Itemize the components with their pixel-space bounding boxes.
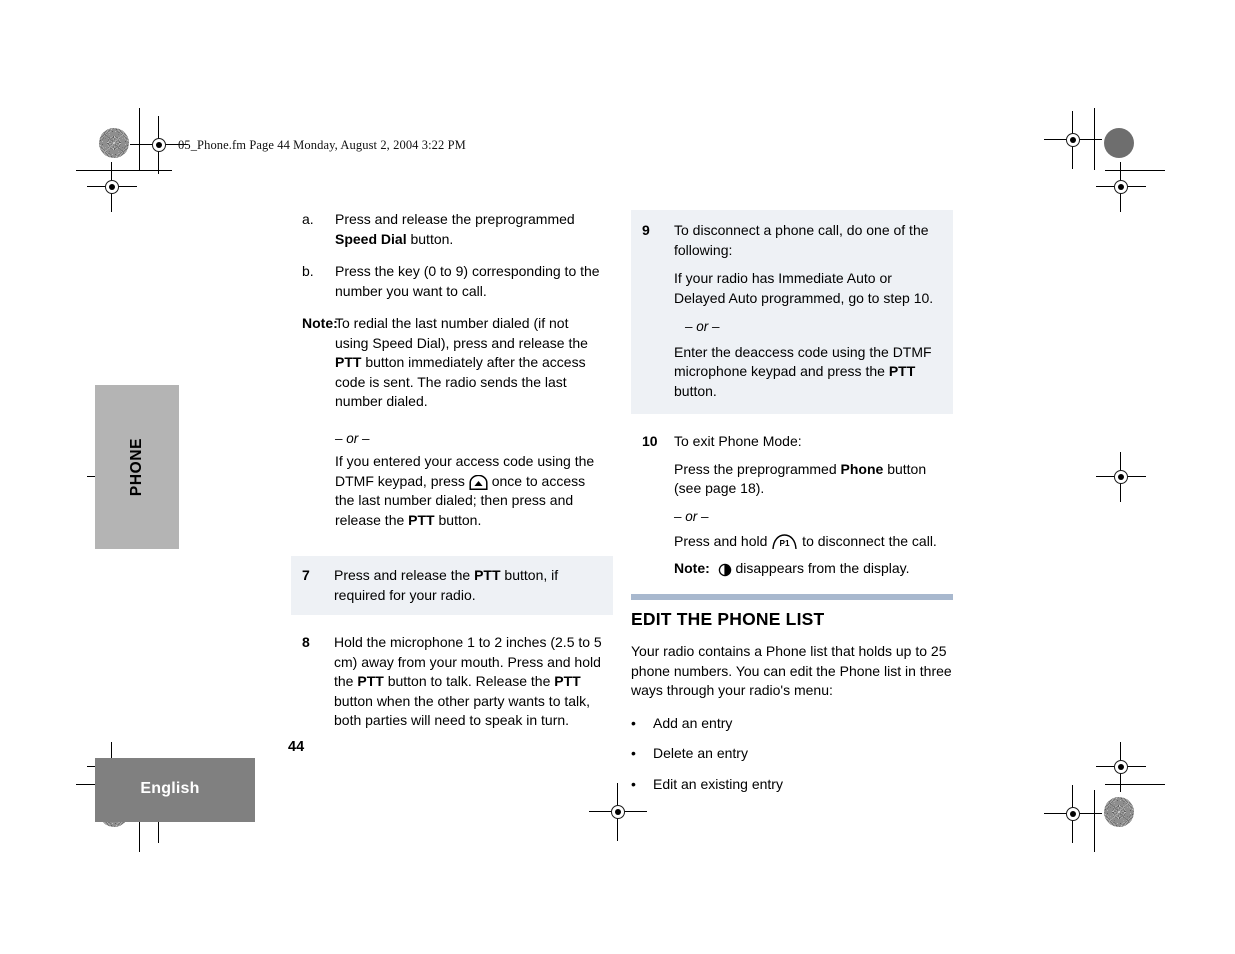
step-9: 9 To disconnect a phone call, do one of … (631, 210, 953, 414)
step-8: 8 Hold the microphone 1 to 2 inches (2.5… (291, 623, 613, 741)
substep-a-bold: Speed Dial (335, 230, 407, 247)
trim-line-left-upper (76, 170, 172, 171)
trim-line-right-bottom-vertical (1094, 790, 1095, 852)
step-9-line-2: If your radio has Immediate Auto or Dela… (674, 270, 934, 306)
note-1-alternative: If you entered your access code using th… (335, 452, 602, 530)
note-1-text-1: To redial the last number dialed (if not… (335, 315, 588, 351)
section-edit-the-phone-list: EDIT THE PHONE LIST Your radio contains … (631, 594, 953, 815)
step-10-note-text: disappears from the display. (731, 559, 910, 576)
list-item: • Add an entry (631, 714, 953, 734)
substep-a-text-before: Press and release the preprogrammed (335, 211, 575, 227)
trim-line-left-vertical (139, 108, 140, 170)
list-item: • Edit an existing entry (631, 775, 953, 795)
right-column: 9 To disconnect a phone call, do one of … (631, 210, 953, 815)
halftone-dot-top-left (99, 128, 129, 158)
step-7-number: 7 (302, 567, 310, 583)
step-8-number: 8 (302, 634, 310, 650)
step-10-body: To exit Phone Mode: Press the preprogram… (674, 432, 942, 578)
substep-b-text: Press the key (0 to 9) corresponding to … (335, 263, 600, 299)
svg-text:P1: P1 (780, 539, 790, 548)
substep-a-text-after: button. (406, 230, 454, 247)
note-1-alt-bold-1: PTT (408, 511, 435, 528)
step-10-number: 10 (642, 433, 658, 449)
step-10-line-1: To exit Phone Mode: (674, 433, 802, 449)
step-8-text-2: button to talk. Release the (383, 673, 555, 689)
list-item: • Delete an entry (631, 744, 953, 764)
bullet-marker: • (631, 745, 636, 761)
registration-mark-right-middle (1096, 452, 1146, 502)
note-1-bold-1: PTT (335, 354, 362, 370)
page-number: 44 (288, 739, 305, 755)
language-tab: English (95, 758, 255, 822)
section-paragraph: Your radio contains a Phone list that ho… (631, 643, 952, 698)
bullet-marker: • (631, 775, 636, 792)
section-rule (631, 594, 953, 600)
p1-button-icon: P1 (771, 533, 798, 550)
step-10-note: Note: disappears from the display. (674, 559, 942, 579)
note-block-1: Note: To redial the last number dialed (… (302, 314, 602, 412)
dtmf-up-button-icon (469, 474, 488, 490)
substep-a-marker: a. (302, 211, 314, 227)
substep-a-text: Press and release the preprogrammed Spee… (335, 210, 602, 249)
step-7-text: Press and release the PTT button, if req… (334, 566, 602, 605)
step-9-number: 9 (642, 222, 650, 238)
step-10-note-marker: Note: (674, 559, 710, 576)
substep-a: a. Press and release the preprogrammed S… (291, 210, 613, 540)
step-10-line-2-bold: Phone (840, 460, 884, 477)
halftone-dot-bottom-right (1104, 797, 1134, 827)
step-8-bold-1: PTT (357, 673, 384, 689)
bullet-text: Edit an existing entry (653, 775, 783, 792)
bullet-text: Add an entry (653, 714, 733, 731)
step-10-or: – or – (674, 508, 709, 524)
left-column: a. Press and release the preprogrammed S… (291, 210, 613, 741)
step-10-line-2-a: Press the preprogrammed (674, 460, 841, 477)
or-separator-left: – or – (335, 430, 370, 446)
trim-line-right-vertical (1094, 108, 1095, 170)
step-9-body: To disconnect a phone call, do one of th… (674, 221, 942, 401)
step-9-line-1: To disconnect a phone call, do one of th… (674, 222, 929, 258)
substep-b: b. Press the key (0 to 9) corresponding … (302, 262, 602, 301)
phone-in-use-indicator-icon (718, 563, 732, 577)
trim-line-right-lower (1105, 784, 1165, 785)
step-8-bold-2: PTT (554, 673, 581, 689)
registration-mark-bottom-right (1044, 785, 1102, 843)
step-7-text-1: Press and release the (334, 567, 475, 583)
registration-mark-top-right (1044, 111, 1102, 169)
side-tab-phone: PHONE (95, 385, 179, 549)
note-1-text-2: button immediately after the access code… (335, 354, 586, 409)
step-9-line-3-b: button. (674, 382, 717, 399)
step-10: 10 To exit Phone Mode: Press the preprog… (631, 421, 953, 588)
halftone-dot-top-right (1104, 128, 1134, 158)
note-1-marker: Note: (302, 315, 338, 331)
running-header: 05_Phone.fm Page 44 Monday, August 2, 20… (178, 138, 466, 152)
note-1-alt-text-3: button. (434, 511, 482, 528)
step-8-text-3: button when the other party wants to tal… (334, 692, 591, 729)
section-bullet-list: • Add an entry • Delete an entry • Edit … (631, 714, 953, 795)
step-10-line-2: Press the preprogrammed Phone button (se… (674, 460, 942, 499)
registration-mark-top-left (130, 116, 188, 174)
registration-mark-left-upper (87, 162, 137, 212)
step-10-line-3: Press and hold P1 to disconnect the call… (674, 532, 942, 552)
step-10-note-gap (710, 560, 718, 576)
step-10-line-3-a: Press and hold (674, 533, 772, 549)
step-7: 7 Press and release the PTT button, if r… (291, 556, 613, 615)
trim-line-right-upper (1105, 170, 1165, 171)
registration-mark-right-upper (1096, 162, 1146, 212)
section-title: EDIT THE PHONE LIST (631, 609, 825, 629)
step-9-line-3-bold: PTT (888, 363, 916, 379)
note-1-text: To redial the last number dialed (if not… (335, 314, 602, 412)
substep-b-marker: b. (302, 263, 314, 279)
step-9-line-3: Enter the deaccess code using the DTMF m… (674, 343, 942, 402)
step-7-bold-1: PTT (474, 567, 501, 583)
step-9-or: – or – (685, 319, 720, 334)
side-tab-label: PHONE (128, 437, 145, 497)
registration-mark-right-lower (1096, 742, 1146, 792)
bullet-marker: • (631, 714, 636, 731)
step-10-line-3-b: to disconnect the call. (798, 533, 937, 549)
bullet-text: Delete an entry (653, 745, 748, 761)
page-canvas: 05_Phone.fm Page 44 Monday, August 2, 20… (0, 0, 1235, 954)
registration-mark-bottom-center (589, 783, 647, 841)
language-tab-label: English (140, 780, 200, 797)
step-8-text: Hold the microphone 1 to 2 inches (2.5 t… (334, 633, 602, 731)
